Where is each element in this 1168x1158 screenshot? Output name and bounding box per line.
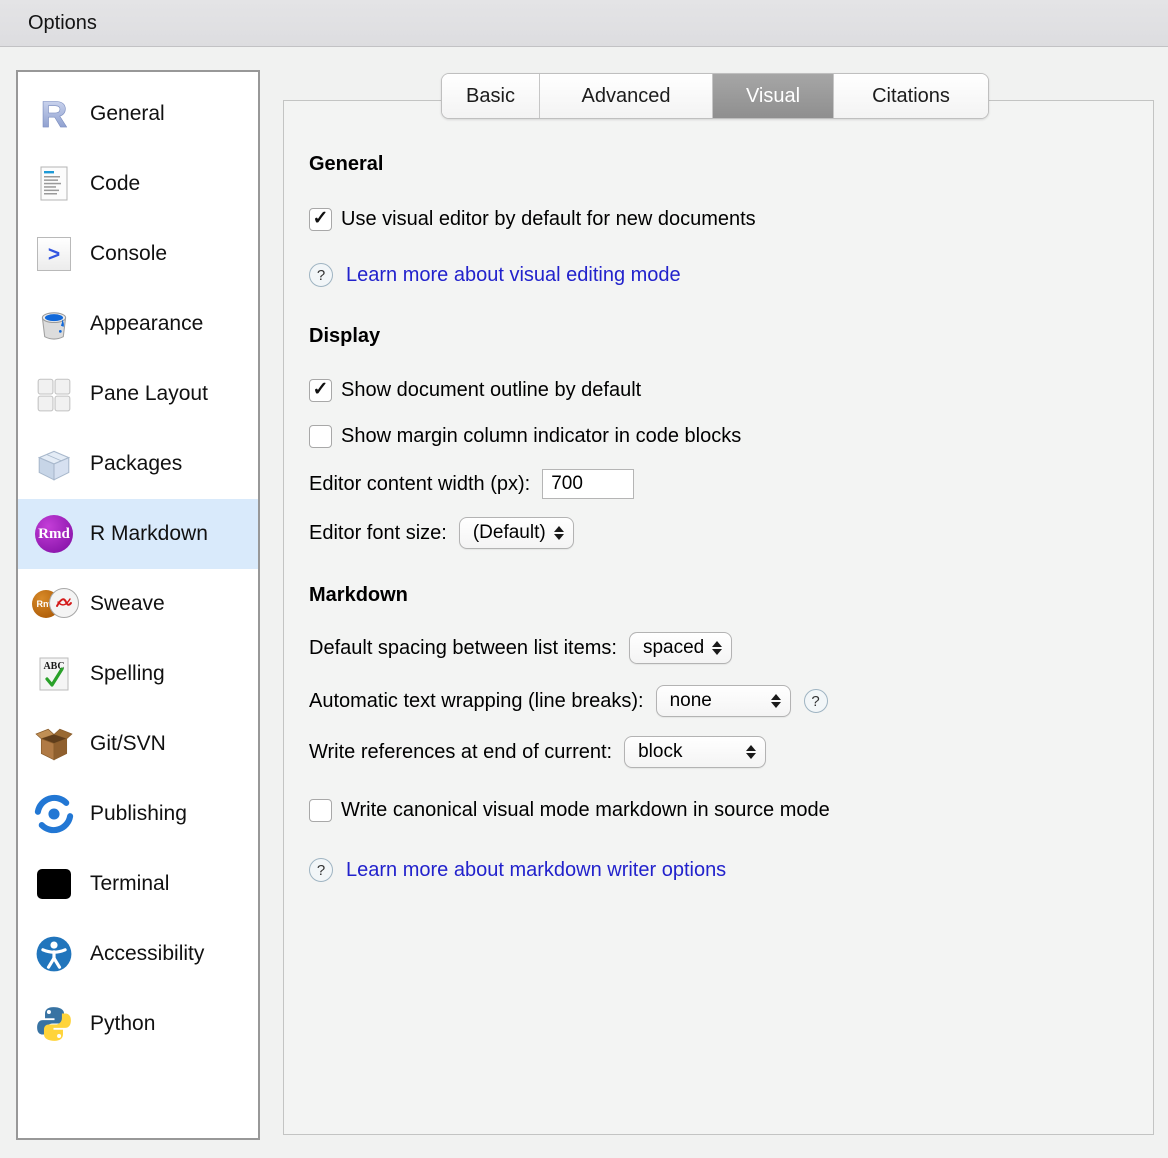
select-stepper-icon xyxy=(746,745,756,759)
sidebar-item-sweave[interactable]: Rnw Sweave xyxy=(18,569,258,639)
rmarkdown-icon: Rmd xyxy=(32,512,76,556)
learn-markdown-writer-link[interactable]: Learn more about markdown writer options xyxy=(346,859,726,882)
text-wrapping-row: Automatic text wrapping (line breaks): n… xyxy=(309,685,1153,717)
checkbox-label: Show document outline by default xyxy=(341,379,641,402)
options-content-panel: General ✓ Use visual editor by default f… xyxy=(283,100,1154,1135)
checkbox-label: Write canonical visual mode markdown in … xyxy=(341,799,830,822)
tab-advanced[interactable]: Advanced xyxy=(540,74,713,118)
references-row: Write references at end of current: bloc… xyxy=(309,736,1153,768)
sidebar-item-code[interactable]: Code xyxy=(18,149,258,219)
sidebar-item-label: Git/SVN xyxy=(90,732,166,756)
editor-width-label: Editor content width (px): xyxy=(309,473,530,496)
tab-citations[interactable]: Citations xyxy=(834,74,988,118)
window-title: Options xyxy=(28,12,97,35)
sidebar-item-label: Accessibility xyxy=(90,942,204,966)
list-spacing-row: Default spacing between list items: spac… xyxy=(309,632,1153,664)
select-stepper-icon xyxy=(712,641,722,655)
editor-width-row: Editor content width (px): xyxy=(309,469,1153,499)
sidebar-item-pane-layout[interactable]: Pane Layout xyxy=(18,359,258,429)
help-icon[interactable]: ? xyxy=(309,858,333,882)
sidebar-item-spelling[interactable]: ABC Spelling xyxy=(18,639,258,709)
pane-layout-icon xyxy=(32,372,76,416)
help-link-row-visual-editing: ? Learn more about visual editing mode xyxy=(309,263,1153,287)
checkbox-label: Show margin column indicator in code blo… xyxy=(341,425,741,448)
checkbox-row-canonical: Write canonical visual mode markdown in … xyxy=(309,799,1153,822)
editor-font-size-row: Editor font size: (Default) xyxy=(309,517,1153,549)
list-spacing-label: Default spacing between list items: xyxy=(309,637,617,660)
checkbox-row-margin-column: Show margin column indicator in code blo… xyxy=(309,425,1153,448)
console-icon: > xyxy=(32,232,76,276)
sidebar-item-label: Pane Layout xyxy=(90,382,208,406)
sidebar-item-label: Code xyxy=(90,172,140,196)
terminal-icon xyxy=(32,862,76,906)
packages-icon xyxy=(32,442,76,486)
document-outline-checkbox[interactable]: ✓ xyxy=(309,379,332,402)
select-stepper-icon xyxy=(771,694,781,708)
select-value: (Default) xyxy=(473,522,546,544)
python-icon xyxy=(32,1002,76,1046)
tab-basic[interactable]: Basic xyxy=(442,74,540,118)
appearance-icon xyxy=(32,302,76,346)
references-select[interactable]: block xyxy=(624,736,766,768)
sidebar-item-console[interactable]: > Console xyxy=(18,219,258,289)
visual-editor-checkbox[interactable]: ✓ xyxy=(309,208,332,231)
sidebar-item-label: Terminal xyxy=(90,872,169,896)
r-logo-icon: R xyxy=(32,92,76,136)
help-icon[interactable]: ? xyxy=(309,263,333,287)
accessibility-icon xyxy=(32,932,76,976)
sidebar-item-label: Console xyxy=(90,242,167,266)
text-wrapping-label: Automatic text wrapping (line breaks): xyxy=(309,690,644,713)
sidebar-item-terminal[interactable]: Terminal xyxy=(18,849,258,919)
options-category-sidebar: R General Code > Console xyxy=(16,70,260,1140)
help-icon[interactable]: ? xyxy=(804,689,828,713)
checkbox-label: Use visual editor by default for new doc… xyxy=(341,208,756,231)
references-label: Write references at end of current: xyxy=(309,741,612,764)
select-value: spaced xyxy=(643,637,704,659)
sidebar-item-label: Publishing xyxy=(90,802,187,826)
select-stepper-icon xyxy=(554,526,564,540)
text-wrapping-select[interactable]: none xyxy=(656,685,791,717)
sidebar-item-general[interactable]: R General xyxy=(18,79,258,149)
sidebar-item-label: Packages xyxy=(90,452,182,476)
sidebar-item-label: General xyxy=(90,102,165,126)
sidebar-item-label: Sweave xyxy=(90,592,165,616)
section-heading-general: General xyxy=(309,153,1153,176)
git-svn-icon xyxy=(32,722,76,766)
section-heading-display: Display xyxy=(309,325,1153,348)
code-icon xyxy=(32,162,76,206)
window-titlebar: Options xyxy=(0,0,1168,47)
spelling-icon: ABC xyxy=(32,652,76,696)
section-heading-markdown: Markdown xyxy=(309,584,1153,607)
checkmark-icon: ✓ xyxy=(313,380,329,399)
sidebar-item-git-svn[interactable]: Git/SVN xyxy=(18,709,258,779)
sidebar-item-label: R Markdown xyxy=(90,522,208,546)
tab-visual[interactable]: Visual xyxy=(713,74,834,118)
sidebar-item-publishing[interactable]: Publishing xyxy=(18,779,258,849)
sidebar-item-accessibility[interactable]: Accessibility xyxy=(18,919,258,989)
editor-width-input[interactable] xyxy=(542,469,634,499)
editor-font-size-select[interactable]: (Default) xyxy=(459,517,574,549)
checkbox-row-visual-editor: ✓ Use visual editor by default for new d… xyxy=(309,208,1153,231)
publishing-icon xyxy=(32,792,76,836)
learn-visual-editing-link[interactable]: Learn more about visual editing mode xyxy=(346,264,681,287)
checkbox-row-outline: ✓ Show document outline by default xyxy=(309,379,1153,402)
canonical-markdown-checkbox[interactable] xyxy=(309,799,332,822)
sidebar-item-label: Spelling xyxy=(90,662,165,686)
checkmark-icon: ✓ xyxy=(313,209,329,228)
options-tabbar: Basic Advanced Visual Citations xyxy=(441,73,989,119)
margin-column-checkbox[interactable] xyxy=(309,425,332,448)
sidebar-item-packages[interactable]: Packages xyxy=(18,429,258,499)
select-value: block xyxy=(638,741,682,763)
sidebar-item-python[interactable]: Python xyxy=(18,989,258,1059)
list-spacing-select[interactable]: spaced xyxy=(629,632,732,664)
sidebar-item-appearance[interactable]: Appearance xyxy=(18,289,258,359)
select-value: none xyxy=(670,690,712,712)
sidebar-item-label: Appearance xyxy=(90,312,203,336)
sidebar-item-r-markdown[interactable]: Rmd R Markdown xyxy=(18,499,258,569)
editor-font-size-label: Editor font size: xyxy=(309,522,447,545)
sweave-icon: Rnw xyxy=(32,582,76,626)
help-link-row-markdown-writer: ? Learn more about markdown writer optio… xyxy=(309,858,1153,882)
sidebar-item-label: Python xyxy=(90,1012,155,1036)
